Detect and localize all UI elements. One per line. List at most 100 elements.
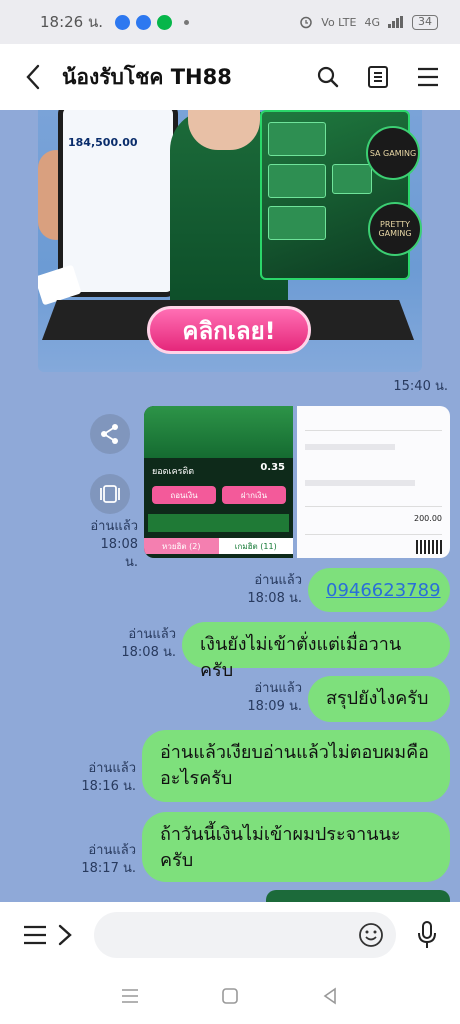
chevron-left-icon xyxy=(26,64,40,90)
screenshot-image-balance[interactable]: ยอดเครดิต 0.35 ถอนเงิน ฝากเงิน หวยฮิต (2… xyxy=(144,406,293,558)
message-text: สรุปยังไงครับ xyxy=(326,688,429,709)
hamburger-menu-icon xyxy=(418,67,438,87)
gallery-icon xyxy=(100,485,120,503)
read-receipt: อ่านแล้ว xyxy=(254,681,302,696)
network-type: 4G xyxy=(364,15,380,29)
message-time: 18:09 น. xyxy=(247,699,302,714)
volte-icon: Vo LTE xyxy=(321,15,357,29)
more-notifications-icon xyxy=(184,19,190,25)
message-bubble-1[interactable]: เงินยังไม่เข้าตั่งแต่เมื่อวานครับ xyxy=(182,622,450,681)
message-text: อ่านแล้วเงียบอ่านแล้วไม่ตอบผมคืออะไรครับ xyxy=(160,742,429,789)
game-tabs: หวยฮิต (2) เกมฮิต (11) xyxy=(144,538,293,554)
banner-amount: 184,500.00 xyxy=(68,136,138,149)
slip-divider xyxy=(305,506,442,507)
menu-toggle-button[interactable] xyxy=(20,920,50,950)
msg4-meta: อ่านแล้ว 18:17 น. xyxy=(80,842,136,878)
withdraw-label: ถอนเงิน xyxy=(152,486,216,504)
header-actions xyxy=(314,63,442,91)
chat-area[interactable]: 184,500.00 SA GAMING PRETTY GAMING คลิกเ… xyxy=(0,110,460,902)
slip-row xyxy=(305,444,395,450)
casino-tile xyxy=(268,164,326,198)
phone-meta: อ่านแล้ว 18:08 น. xyxy=(246,572,302,608)
slip-divider xyxy=(305,430,442,431)
keep-button[interactable] xyxy=(90,474,130,514)
chat-header: น้องรับโชค TH88 xyxy=(0,44,460,110)
read-receipt: อ่านแล้ว xyxy=(88,761,136,776)
menu-button[interactable] xyxy=(414,63,442,91)
back-nav-button[interactable] xyxy=(315,981,345,1011)
read-receipt: อ่านแล้ว xyxy=(128,627,176,642)
notes-button[interactable] xyxy=(364,63,392,91)
balance-label: ยอดเครดิต xyxy=(152,467,195,477)
msg1-meta: อ่านแล้ว 18:08 น. xyxy=(120,626,176,662)
message-bubble-phone[interactable]: 0946623789 xyxy=(308,568,450,612)
message-text: เงินยังไม่เข้าตั่งแต่เมื่อวานครับ xyxy=(200,634,402,681)
voice-message-button[interactable] xyxy=(412,920,442,950)
partial-image-message[interactable] xyxy=(266,890,450,902)
search-icon xyxy=(317,66,339,88)
phone-link[interactable]: 0946623789 xyxy=(326,580,441,601)
recent-apps-icon xyxy=(122,989,138,1003)
screenshot-image-transfer-slip[interactable]: 200.00 xyxy=(297,406,450,558)
back-button[interactable] xyxy=(18,62,48,92)
microphone-icon xyxy=(418,921,436,948)
input-wrapper xyxy=(94,912,396,958)
chat-title: น้องรับโชค TH88 xyxy=(62,64,232,89)
message-input-bar xyxy=(0,902,460,968)
tab-lotto: หวยฮิต (2) xyxy=(144,538,219,554)
emoji-button[interactable] xyxy=(358,922,384,948)
alarm-icon xyxy=(300,16,313,29)
line-notification-icon xyxy=(157,14,173,30)
share-button[interactable] xyxy=(90,414,130,454)
message-time: 18:08 น. xyxy=(247,591,302,606)
expand-button[interactable] xyxy=(50,920,80,950)
read-receipt: อ่านแล้ว xyxy=(90,519,138,534)
casino-tile xyxy=(268,122,326,156)
tab-games: เกมฮิต (11) xyxy=(218,538,293,554)
msg3-meta: อ่านแล้ว 18:16 น. xyxy=(80,760,136,796)
slip-header xyxy=(297,406,450,428)
hamburger-menu-icon xyxy=(24,925,46,945)
banner-cta-button[interactable]: คลิกเลย! xyxy=(147,306,311,354)
emoji-icon xyxy=(359,923,383,947)
notes-icon xyxy=(368,66,388,88)
msg2-meta: อ่านแล้ว 18:09 น. xyxy=(246,680,302,716)
balance-value: 0.35 xyxy=(260,462,285,473)
message-bubble-4[interactable]: ถ้าวันนี้เงินไม่เข้าผมประจานนะครับ xyxy=(142,812,450,882)
message-bubble-3[interactable]: อ่านแล้วเงียบอ่านแล้วไม่ตอบผมคืออะไรครับ xyxy=(142,730,450,802)
message-text: ถ้าวันนี้เงินไม่เข้าผมประจานนะครับ xyxy=(160,824,401,871)
status-bar: 18:26 น. Vo LTE 4G 34 xyxy=(0,0,460,44)
facebook-notification-icon xyxy=(115,14,131,30)
message-input[interactable] xyxy=(94,912,396,958)
image-meta: อ่านแล้ว 18:08 น. xyxy=(84,518,138,572)
message-time: 18:17 น. xyxy=(81,861,136,876)
status-time: 18:26 น. xyxy=(40,13,104,31)
chevron-right-icon xyxy=(58,924,72,946)
home-icon xyxy=(222,988,238,1004)
status-right: Vo LTE 4G 34 xyxy=(299,14,438,30)
slip-divider xyxy=(305,534,442,535)
deposit-label: ฝากเงิน xyxy=(222,486,286,504)
slip-qr-code xyxy=(416,540,442,554)
slip-amount: 200.00 xyxy=(414,514,442,523)
system-navigation-bar xyxy=(0,968,460,1024)
search-button[interactable] xyxy=(314,63,342,91)
casino-tile xyxy=(332,164,372,194)
casino-tile xyxy=(268,206,326,240)
message-bubble-2[interactable]: สรุปยังไงครับ xyxy=(308,676,450,722)
game-banner xyxy=(144,406,293,458)
share-icon xyxy=(101,424,118,444)
battery-indicator: 34 xyxy=(412,14,438,30)
recent-apps-button[interactable] xyxy=(115,981,145,1011)
read-receipt: อ่านแล้ว xyxy=(88,843,136,858)
promo-banner-image[interactable]: 184,500.00 SA GAMING PRETTY GAMING คลิกเ… xyxy=(38,110,422,372)
banner-timestamp: 15:40 น. xyxy=(393,379,448,394)
home-button[interactable] xyxy=(215,981,245,1011)
slip-row xyxy=(305,480,415,486)
recommend-bar xyxy=(148,514,289,532)
message-time: 18:08 น. xyxy=(100,537,138,570)
message-time: 18:16 น. xyxy=(81,779,136,794)
pretty-gaming-logo: PRETTY GAMING xyxy=(368,202,422,256)
read-receipt: อ่านแล้ว xyxy=(254,573,302,588)
sa-gaming-logo: SA GAMING xyxy=(366,126,420,180)
